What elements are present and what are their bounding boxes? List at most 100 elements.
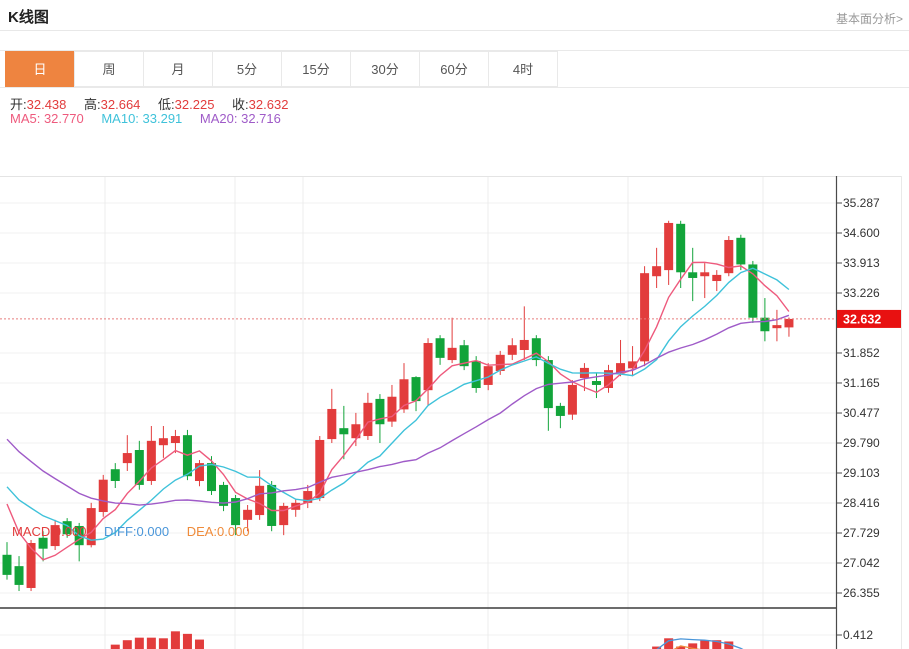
candle-body <box>784 319 793 327</box>
axis-tick-label: 31.165 <box>843 376 880 390</box>
axis-tick-label: 0.412 <box>843 628 873 642</box>
candle-body <box>3 555 12 575</box>
candle-body <box>123 453 132 463</box>
candle-body <box>664 223 673 270</box>
kline-chart-canvas[interactable]: 35.287 34.600 33.913 33.226 31.852 31.165 30.4… <box>0 88 909 649</box>
tab-timeframe-7[interactable]: 4时 <box>488 51 558 87</box>
axis-tick-label: 31.852 <box>843 346 880 360</box>
frame <box>0 176 902 649</box>
axis-tick-label: 30.477 <box>843 406 880 420</box>
candle-body <box>568 385 577 415</box>
chart-area[interactable]: 35.287 34.600 33.913 33.226 31.852 31.165 30.4… <box>0 88 909 649</box>
macd-value: MACD:0.000 <box>12 524 86 539</box>
ma20-value: MA20: 32.716 <box>200 111 281 126</box>
candle-body <box>327 409 336 439</box>
axis-tick-label: 27.729 <box>843 526 880 540</box>
candle-body <box>243 510 252 520</box>
diff-value: DIFF:0.000 <box>104 524 169 539</box>
close-label: 收: <box>232 97 249 112</box>
macd-histogram <box>3 631 782 649</box>
fundamental-analysis-link[interactable]: 基本面分析> <box>836 10 903 27</box>
macd-bar <box>135 638 144 649</box>
gridlines <box>0 176 836 649</box>
candle-body <box>760 318 769 332</box>
candle-body <box>676 224 685 272</box>
high-label: 高: <box>84 97 101 112</box>
open-label: 开: <box>10 97 27 112</box>
candle-body <box>15 566 24 585</box>
candle-body <box>171 436 180 443</box>
page-header: K线图 基本面分析> <box>0 0 909 31</box>
candle-body <box>255 486 264 515</box>
candle-body <box>448 348 457 360</box>
high-value: 32.664 <box>101 97 141 112</box>
candle-body <box>772 325 781 328</box>
low-label: 低: <box>158 97 175 112</box>
axis-tick-label: 26.355 <box>843 586 880 600</box>
candle-body <box>700 272 709 276</box>
ma5-line <box>7 262 789 560</box>
candle-body <box>27 543 36 588</box>
candle-body <box>387 397 396 422</box>
current-price-value: 32.632 <box>843 312 881 326</box>
axis-tick-label: 35.287 <box>843 196 880 210</box>
axis-tick-label: 28.416 <box>843 496 880 510</box>
candle-body <box>99 480 108 512</box>
axis-tick-label: 34.600 <box>843 226 880 240</box>
ma10-line <box>7 268 789 540</box>
price-axis: 35.287 34.600 33.913 33.226 31.852 31.165 30.4… <box>836 196 880 649</box>
candle-body <box>436 338 445 358</box>
macd-bar <box>171 631 180 649</box>
candle-body <box>39 538 48 549</box>
macd-bar <box>111 645 120 649</box>
candle-body <box>712 275 721 281</box>
candle-body <box>315 440 324 498</box>
candle-body <box>556 406 565 416</box>
candle-body <box>424 343 433 390</box>
ma5-value: MA5: 32.770 <box>10 111 84 126</box>
tab-timeframe-4[interactable]: 15分 <box>281 51 351 87</box>
candle-body <box>147 441 156 481</box>
ma-readout: MA5: 32.770 MA10: 33.291 MA20: 32.716 <box>10 111 281 126</box>
candle-body <box>508 345 517 355</box>
axis-tick-label: 29.790 <box>843 436 880 450</box>
close-value: 32.632 <box>249 97 289 112</box>
candle-body <box>652 266 661 276</box>
candle-body <box>267 485 276 526</box>
macd-bar <box>147 638 156 649</box>
axis-tick-label: 33.913 <box>843 256 880 270</box>
current-price-label: 32.632 <box>837 310 901 328</box>
page-title: K线图 <box>8 6 49 27</box>
dea-value: DEA:0.000 <box>187 524 250 539</box>
macd-bar <box>123 640 132 649</box>
candle-body <box>363 403 372 436</box>
axis-tick-label: 29.103 <box>843 466 880 480</box>
candle-body <box>135 450 144 485</box>
tab-timeframe-1[interactable]: 周 <box>74 51 144 87</box>
axis-tick-label: 27.042 <box>843 556 880 570</box>
candle-body <box>592 381 601 385</box>
macd-bar <box>700 640 709 649</box>
low-value: 32.225 <box>175 97 215 112</box>
macd-readout: MACD:0.000 DIFF:0.000 DEA:0.000 <box>12 524 250 539</box>
macd-bar <box>195 640 204 649</box>
tab-timeframe-5[interactable]: 30分 <box>350 51 420 87</box>
candle-body <box>111 469 120 481</box>
candle-body <box>736 238 745 265</box>
axis-tick-label: 33.226 <box>843 286 880 300</box>
tab-timeframe-2[interactable]: 月 <box>143 51 213 87</box>
candle-body <box>159 438 168 445</box>
open-value: 32.438 <box>27 97 67 112</box>
tab-timeframe-3[interactable]: 5分 <box>212 51 282 87</box>
candle-body <box>520 340 529 350</box>
candle-body <box>339 428 348 434</box>
candle-body <box>472 361 481 388</box>
macd-bar <box>159 638 168 649</box>
timeframe-tabbar: 日周月5分15分30分60分4时 <box>0 50 909 88</box>
tab-timeframe-6[interactable]: 60分 <box>419 51 489 87</box>
candle-body <box>688 272 697 278</box>
ma10-value: MA10: 33.291 <box>101 111 182 126</box>
kline-page: K线图 基本面分析> 日周月5分15分30分60分4时 35.287 34.600… <box>0 0 909 649</box>
macd-bar <box>183 634 192 649</box>
tab-timeframe-0[interactable]: 日 <box>5 51 75 87</box>
